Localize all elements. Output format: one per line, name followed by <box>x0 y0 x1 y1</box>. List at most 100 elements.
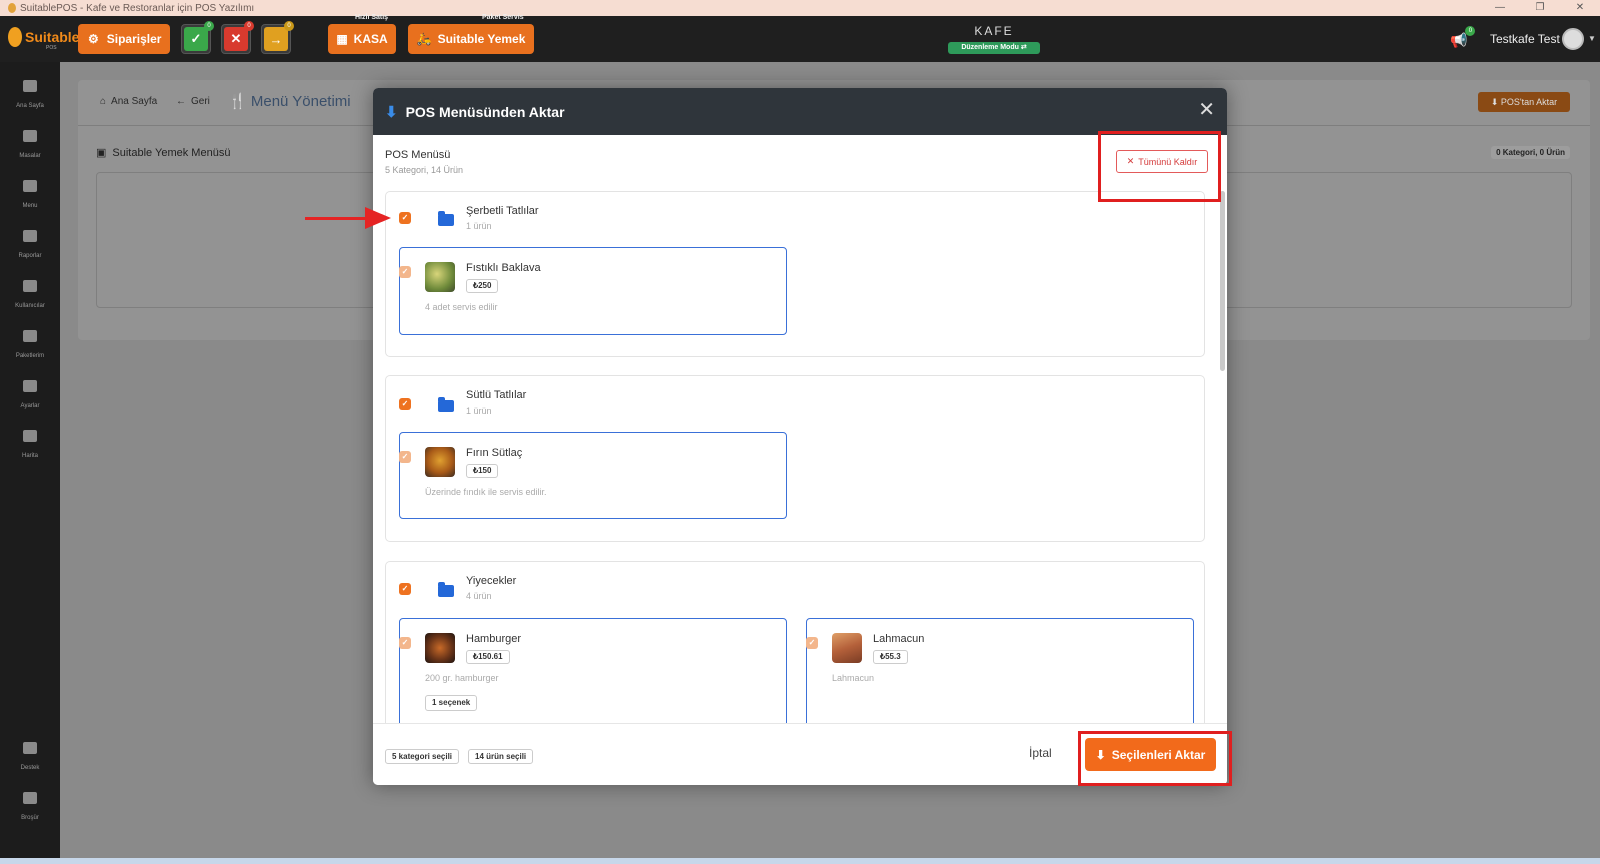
modal-scrollbar[interactable] <box>1220 191 1225 371</box>
gear-icon: ⚙ <box>88 32 99 46</box>
sidebar-item-brochure[interactable]: Broşür <box>0 792 60 822</box>
announcement-badge: 0 <box>1465 26 1476 36</box>
x-icon: ✕ <box>224 27 248 51</box>
category-checkbox[interactable]: ✓ <box>399 583 411 595</box>
category-count: 1 ürün <box>466 221 492 231</box>
folder-icon <box>438 211 454 226</box>
sidebar-item-users[interactable]: Kullanıcılar <box>0 280 60 310</box>
category-list[interactable]: ✓ Şerbetli Tatlılar 1 ürün ✓ Fıstıklı Ba… <box>385 191 1215 723</box>
window-titlebar: SuitablePOS - Kafe ve Restoranlar için P… <box>0 0 1600 16</box>
logo-sub: POS <box>46 45 57 51</box>
product-name: Fıstıklı Baklava <box>466 262 541 274</box>
report-icon <box>23 230 37 242</box>
chevron-down-icon[interactable]: ▼ <box>1588 34 1596 43</box>
category-checkbox[interactable]: ✓ <box>399 398 411 410</box>
price-tag: ₺250 <box>466 279 499 293</box>
app-icon <box>8 3 16 13</box>
approved-orders-button[interactable]: ✓ 0 <box>181 21 214 54</box>
sidebar-item-home[interactable]: Ana Sayfa <box>0 80 60 110</box>
source-menu-counts: 5 Kategori, 14 Ürün <box>385 165 464 175</box>
logo-pin-icon <box>8 27 22 47</box>
suitable-yemek-label: Suitable Yemek <box>437 32 526 46</box>
suitable-yemek-button[interactable]: 🛵 Suitable Yemek <box>408 24 534 54</box>
logo[interactable]: Suitable POS <box>8 27 80 51</box>
product-description: 4 adet servis edilir <box>425 302 498 312</box>
breadcrumb-home[interactable]: ⌂ Ana Sayfa <box>100 96 157 107</box>
product-description: Lahmacun <box>832 673 875 683</box>
chat-icon <box>23 742 37 754</box>
avatar[interactable] <box>1562 28 1584 50</box>
product-card[interactable]: ✓ Fıstıklı Baklava ₺250 4 adet servis ed… <box>399 247 787 335</box>
category-name: Sütlü Tatlılar <box>466 389 527 401</box>
product-image <box>425 633 455 663</box>
modal-header: ⬇ POS Menüsünden Aktar ✕ <box>373 88 1227 135</box>
breadcrumb-back[interactable]: ← Geri <box>176 96 210 107</box>
logo-text: Suitable <box>25 29 80 45</box>
page-title: 🍴 Menü Yönetimi <box>228 93 351 110</box>
app-header: Suitable POS ⚙ Siparişler ✓ 0 ✕ 0 → 0 Hı… <box>0 14 1600 62</box>
close-icon[interactable]: ✕ <box>1198 100 1215 120</box>
product-card[interactable]: ✓ Lahmacun ₺55.3 Lahmacun <box>806 618 1194 723</box>
users-icon <box>23 280 37 292</box>
kasa-label: KASA <box>353 32 388 46</box>
register-icon: ▦ <box>336 32 348 46</box>
product-name: Hamburger <box>466 633 522 645</box>
home-icon <box>23 80 37 92</box>
category-name: Şerbetli Tatlılar <box>466 205 539 217</box>
price-tag: ₺55.3 <box>873 650 908 664</box>
sidebar-item-packages[interactable]: Paketlerim <box>0 330 60 360</box>
store-icon: ▣ <box>96 147 107 159</box>
price-tag: ₺150 <box>466 464 499 478</box>
product-checkbox[interactable]: ✓ <box>399 451 411 463</box>
product-checkbox[interactable]: ✓ <box>806 637 818 649</box>
edit-mode-badge[interactable]: Düzenleme Modu ⇄ <box>948 42 1040 54</box>
sidebar-item-tables[interactable]: Masalar <box>0 130 60 160</box>
sidebar-item-support[interactable]: Destek <box>0 742 60 772</box>
download-icon: ⬇ <box>385 103 398 121</box>
product-checkbox[interactable]: ✓ <box>399 266 411 278</box>
cancel-button[interactable]: İptal <box>1029 746 1052 760</box>
yemek-menu-count: 0 Kategori, 0 Ürün <box>1491 146 1570 159</box>
sidebar-item-menu[interactable]: Menu <box>0 180 60 210</box>
yemek-caption: Paket Servis <box>482 14 524 21</box>
forwarded-count-badge: 0 <box>284 21 294 31</box>
folder-icon <box>438 397 454 412</box>
pos-export-button[interactable]: ⬇ POS'tan Aktar <box>1478 92 1570 112</box>
product-checkbox[interactable]: ✓ <box>399 637 411 649</box>
maximize-button[interactable]: ❐ <box>1520 0 1560 16</box>
selected-categories-badge: 5 kategori seçili <box>385 749 460 764</box>
product-card[interactable]: ✓ Hamburger ₺150.61 200 gr. hamburger 1 … <box>399 618 787 723</box>
arrow-left-icon: ← <box>176 96 186 107</box>
category-name: Yiyecekler <box>466 575 517 587</box>
minimize-button[interactable]: — <box>1480 0 1520 16</box>
cancelled-orders-button[interactable]: ✕ 0 <box>221 21 254 54</box>
sidebar-item-reports[interactable]: Raporlar <box>0 230 60 260</box>
category-checkbox[interactable]: ✓ <box>399 212 411 224</box>
folder-icon <box>438 582 454 597</box>
megaphone-icon: 📢 <box>1450 32 1468 48</box>
home-icon: ⌂ <box>100 96 107 107</box>
product-image <box>425 447 455 477</box>
category-card: ✓ Yiyecekler 4 ürün ✓ Hamburger ₺150.61 … <box>385 561 1205 723</box>
forwarded-orders-button[interactable]: → 0 <box>261 21 294 54</box>
product-description: 200 gr. hamburger <box>425 673 499 683</box>
product-image <box>832 633 862 663</box>
orders-button[interactable]: ⚙ Siparişler <box>78 24 170 54</box>
window-title: SuitablePOS - Kafe ve Restoranlar için P… <box>20 2 255 14</box>
approved-count-badge: 0 <box>204 21 214 31</box>
sidebar-item-settings[interactable]: Ayarlar <box>0 380 60 410</box>
modal-title: POS Menüsünden Aktar <box>405 103 565 120</box>
price-tag: ₺150.61 <box>466 650 510 664</box>
cancelled-count-badge: 0 <box>244 21 254 31</box>
highlight-import-button <box>1078 731 1232 786</box>
kasa-button[interactable]: ▦ KASA <box>328 24 396 54</box>
selected-products-badge: 14 ürün seçili <box>468 749 534 764</box>
download-icon: ⬇ <box>1490 96 1499 107</box>
product-card[interactable]: ✓ Fırın Sütlaç ₺150 Üzerinde fındık ile … <box>399 432 787 519</box>
sidebar-item-map[interactable]: Harita <box>0 430 60 460</box>
close-window-button[interactable]: ✕ <box>1560 0 1600 16</box>
user-name[interactable]: Testkafe Test <box>1490 32 1560 46</box>
announcement-button[interactable]: 📢 0 <box>1450 26 1476 49</box>
yemek-menu-title: ▣ Suitable Yemek Menüsü <box>96 146 231 160</box>
kasa-caption: Hızlı Satış <box>355 14 389 21</box>
